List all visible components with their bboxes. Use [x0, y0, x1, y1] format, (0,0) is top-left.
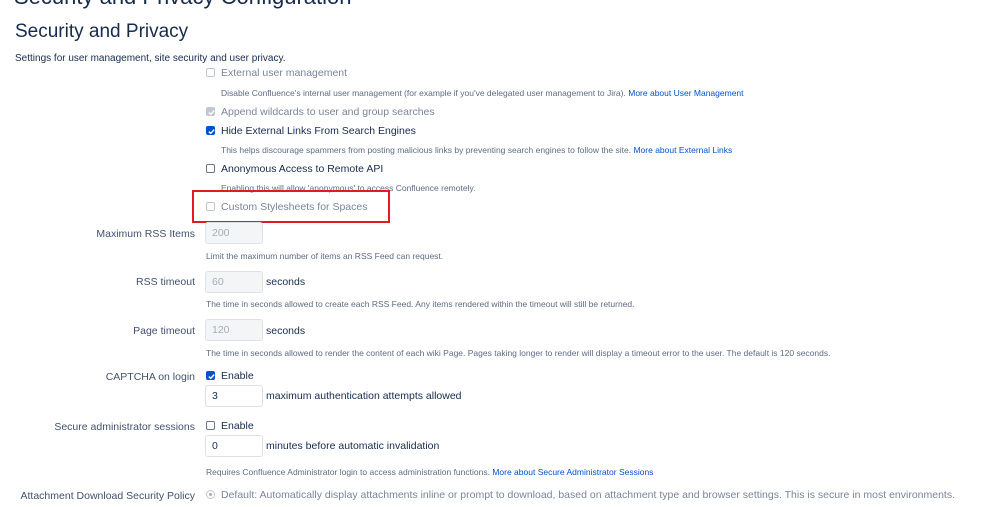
page-timeout-label: Page timeout	[133, 325, 195, 337]
hide-external-links-label: Hide External Links From Search Engines	[221, 125, 416, 137]
anonymous-remote-api-label: Anonymous Access to Remote API	[221, 163, 384, 175]
page-title: Security and Privacy Configuration	[14, 0, 352, 10]
attachment-policy-default-radio[interactable]	[206, 490, 215, 499]
rss-timeout-input[interactable]: 60	[205, 271, 263, 293]
append-wildcards-checkbox[interactable]	[206, 107, 215, 116]
external-user-management-label: External user management	[221, 67, 348, 79]
secure-admin-enable-label: Enable	[221, 420, 254, 432]
section-title: Security and Privacy	[15, 21, 189, 42]
page-timeout-input[interactable]: 120	[205, 319, 263, 341]
captcha-enable-label: Enable	[221, 370, 254, 382]
rss-timeout-unit: seconds	[266, 276, 306, 288]
secure-admin-label: Secure administrator sessions	[54, 421, 195, 433]
hide-external-links-description: This helps discourage spammers from post…	[221, 145, 733, 155]
max-rss-label: Maximum RSS Items	[96, 228, 195, 240]
external-user-management-description: Disable Confluence's internal user manag…	[221, 88, 744, 98]
checkmark-icon	[208, 374, 215, 380]
secure-admin-minutes-input[interactable]: 0	[205, 435, 263, 457]
user-management-link[interactable]: More about User Management	[628, 88, 743, 98]
highlight-box	[192, 190, 390, 223]
secure-admin-minutes-unit: minutes before automatic invalidation	[266, 440, 440, 452]
page-timeout-unit: seconds	[266, 325, 306, 337]
secure-admin-enable-checkbox[interactable]	[206, 421, 215, 430]
anonymous-remote-api-checkbox[interactable]	[206, 164, 215, 173]
secure-admin-description: Requires Confluence Administrator login …	[206, 467, 654, 477]
checkmark-icon	[208, 110, 215, 116]
rss-timeout-description: The time in seconds allowed to create ea…	[206, 299, 635, 309]
captcha-enable-checkbox[interactable]	[206, 371, 215, 380]
captcha-attempts-unit: maximum authentication attempts allowed	[266, 390, 462, 402]
captcha-label: CAPTCHA on login	[105, 371, 195, 383]
hide-external-links-checkbox[interactable]	[206, 126, 215, 135]
external-links-link[interactable]: More about External Links	[633, 145, 732, 155]
attachment-policy-default-label: Default: Automatically display attachmen…	[221, 489, 956, 501]
max-rss-input[interactable]: 200	[205, 222, 263, 244]
rss-timeout-label: RSS timeout	[136, 276, 195, 288]
max-rss-description: Limit the maximum number of items an RSS…	[206, 251, 444, 261]
external-user-management-checkbox[interactable]	[206, 68, 215, 77]
attachment-policy-label: Attachment Download Security Policy	[20, 490, 196, 502]
captcha-attempts-input[interactable]: 3	[205, 385, 263, 407]
checkmark-icon	[208, 129, 215, 135]
append-wildcards-label: Append wildcards to user and group searc…	[221, 106, 435, 118]
section-description: Settings for user management, site secur…	[15, 53, 286, 64]
page-timeout-description: The time in seconds allowed to render th…	[206, 348, 831, 358]
secure-admin-link[interactable]: More about Secure Administrator Sessions	[492, 467, 653, 477]
